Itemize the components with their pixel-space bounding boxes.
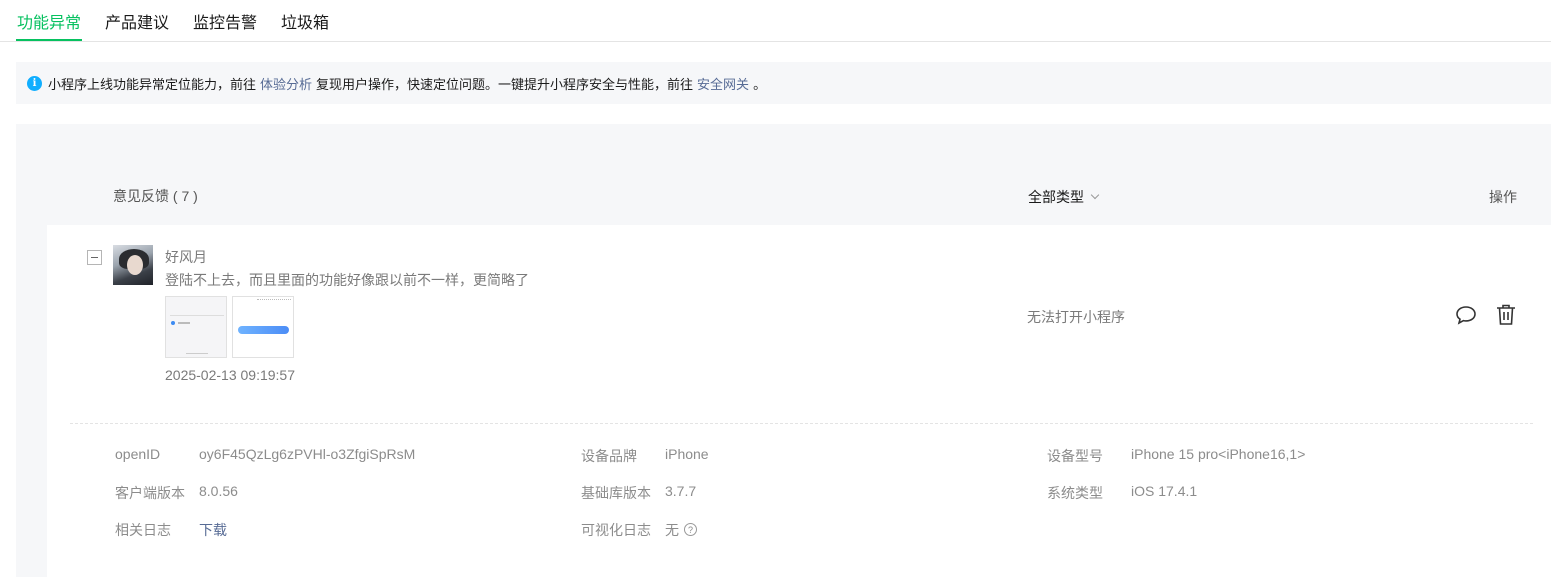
feedback-timestamp: 2025-02-13 09:19:57 bbox=[165, 367, 295, 383]
security-gateway-link[interactable]: 安全网关 bbox=[697, 74, 749, 93]
os-type-label: 系统类型 bbox=[1047, 485, 1103, 501]
collapse-icon[interactable] bbox=[87, 250, 102, 265]
feedback-content: 登陆不上去，而且里面的功能好像跟以前不一样，更简略了 bbox=[165, 272, 529, 288]
experience-analysis-link[interactable]: 体验分析 bbox=[260, 74, 312, 93]
avatar bbox=[113, 245, 153, 285]
reply-icon[interactable] bbox=[1455, 305, 1477, 325]
action-header: 操作 bbox=[1489, 189, 1517, 205]
tab-bar: 功能异常 产品建议 监控告警 垃圾箱 bbox=[0, 0, 1551, 42]
tab-function-exception[interactable]: 功能异常 bbox=[17, 13, 81, 35]
openid-value: oy6F45QzLg6zPVHl-o3ZfgiSpRsM bbox=[199, 446, 416, 462]
delete-icon[interactable] bbox=[1495, 303, 1517, 326]
screenshot-thumbnail-1[interactable] bbox=[165, 296, 227, 358]
user-name: 好风月 bbox=[165, 249, 207, 265]
openid-label: openID bbox=[115, 446, 161, 462]
chevron-down-icon bbox=[1090, 190, 1100, 200]
tab-monitor-alert[interactable]: 监控告警 bbox=[193, 13, 257, 35]
type-filter-dropdown[interactable]: 全部类型 bbox=[1028, 187, 1100, 207]
base-lib-version-value: 3.7.7 bbox=[665, 483, 697, 499]
table-header bbox=[47, 165, 1551, 225]
client-version-value: 8.0.56 bbox=[199, 483, 238, 499]
feedback-type: 无法打开小程序 bbox=[1027, 309, 1125, 325]
notice-text-after: 。 bbox=[753, 76, 767, 92]
device-brand-value: iPhone bbox=[665, 446, 709, 462]
visual-log-label: 可视化日志 bbox=[581, 522, 651, 538]
tab-trash[interactable]: 垃圾箱 bbox=[281, 13, 329, 35]
screenshot-thumbnail-2[interactable] bbox=[232, 296, 294, 358]
device-model-value: iPhone 15 pro<iPhone16,1> bbox=[1131, 446, 1306, 462]
device-brand-label: 设备品牌 bbox=[581, 448, 637, 464]
feedback-count-header: 意见反馈 ( 7 ) bbox=[113, 188, 198, 204]
type-filter-label: 全部类型 bbox=[1028, 189, 1084, 205]
download-log-link[interactable]: 下载 bbox=[199, 520, 227, 540]
tab-product-suggestion[interactable]: 产品建议 bbox=[105, 13, 169, 35]
help-icon[interactable]: ? bbox=[684, 523, 697, 536]
info-icon: i bbox=[27, 75, 42, 91]
visual-log-value: 无 bbox=[665, 522, 679, 538]
os-type-value: iOS 17.4.1 bbox=[1131, 483, 1198, 499]
active-tab-indicator bbox=[16, 39, 82, 41]
device-model-label: 设备型号 bbox=[1047, 448, 1103, 464]
notice-text-middle: 复现用户操作，快速定位问题。一键提升小程序安全与性能，前往 bbox=[316, 76, 694, 92]
notice-bar: i 小程序上线功能异常定位能力，前往 体验分析 复现用户操作，快速定位问题。一键… bbox=[16, 62, 1551, 104]
client-version-label: 客户端版本 bbox=[115, 485, 185, 501]
related-log-label: 相关日志 bbox=[115, 522, 171, 538]
base-lib-version-label: 基础库版本 bbox=[581, 485, 651, 501]
notice-text-before: 小程序上线功能异常定位能力，前往 bbox=[48, 76, 257, 92]
row-divider bbox=[70, 423, 1533, 424]
